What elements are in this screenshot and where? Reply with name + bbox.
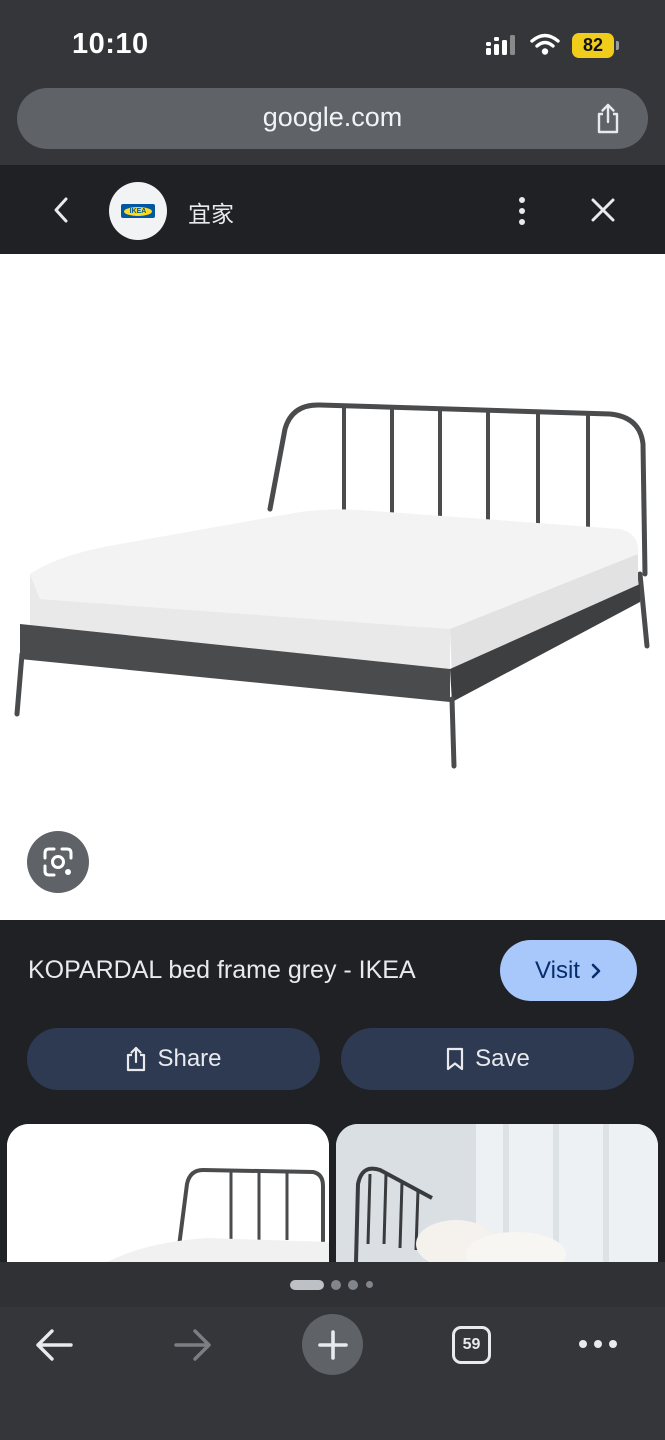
- page-dot: [331, 1280, 341, 1290]
- ikea-logo: IKEA: [121, 204, 155, 218]
- battery-tip: [616, 40, 619, 50]
- related-image-thumbnail[interactable]: [7, 1124, 329, 1262]
- share-button[interactable]: Share: [27, 1028, 320, 1090]
- related-image-thumbnail[interactable]: [336, 1124, 658, 1262]
- ikea-logo-text: IKEA: [124, 206, 152, 216]
- page-dot: [348, 1280, 358, 1290]
- page-dot-active: [290, 1280, 324, 1290]
- chevron-right-icon: [591, 963, 601, 978]
- bedroom-thumbnail-image: [336, 1124, 658, 1262]
- product-image[interactable]: [0, 254, 665, 920]
- arrow-forward-icon[interactable]: [172, 1327, 214, 1363]
- more-vert-icon[interactable]: [512, 195, 532, 227]
- lens-icon: [43, 847, 73, 877]
- visit-button[interactable]: Visit: [500, 940, 637, 1001]
- save-button[interactable]: Save: [341, 1028, 634, 1090]
- signal-icon: [486, 35, 515, 55]
- url-domain[interactable]: google.com: [17, 102, 648, 133]
- battery-level: 82: [572, 32, 614, 58]
- tab-switcher-button[interactable]: 59: [452, 1326, 491, 1364]
- share-label: Share: [157, 1045, 222, 1072]
- bed-thumbnail-image: [7, 1124, 329, 1262]
- status-time: 10:10: [72, 28, 149, 60]
- site-name[interactable]: 宜家: [188, 195, 234, 229]
- page-dot: [366, 1281, 373, 1288]
- share-icon: [127, 1046, 146, 1072]
- url-bar-container: google.com: [0, 88, 665, 165]
- site-logo[interactable]: IKEA: [109, 182, 167, 240]
- result-info: KOPARDAL bed frame grey - IKEA Visit Sha…: [0, 920, 665, 1262]
- arrow-back-icon[interactable]: [33, 1327, 75, 1363]
- plus-icon: [317, 1329, 348, 1360]
- chevron-left-icon[interactable]: [50, 195, 72, 225]
- bed-frame-image: [14, 402, 650, 769]
- google-lens-button[interactable]: [27, 831, 89, 893]
- new-tab-button[interactable]: [302, 1314, 363, 1375]
- browser-toolbar: 59: [0, 1307, 665, 1440]
- close-icon[interactable]: [590, 197, 616, 223]
- status-bar: 10:10 82: [0, 0, 665, 88]
- site-header: IKEA 宜家: [0, 165, 665, 254]
- wifi-icon: [530, 33, 560, 55]
- more-horiz-icon[interactable]: [578, 1337, 618, 1351]
- save-label: Save: [475, 1045, 530, 1072]
- bookmark-icon: [447, 1047, 464, 1071]
- url-bar[interactable]: google.com: [17, 88, 648, 149]
- battery-indicator: 82: [572, 32, 619, 58]
- share-icon[interactable]: [594, 103, 622, 135]
- page-indicator: [0, 1262, 665, 1307]
- visit-label: Visit: [535, 956, 580, 984]
- result-title[interactable]: KOPARDAL bed frame grey - IKEA: [28, 956, 416, 985]
